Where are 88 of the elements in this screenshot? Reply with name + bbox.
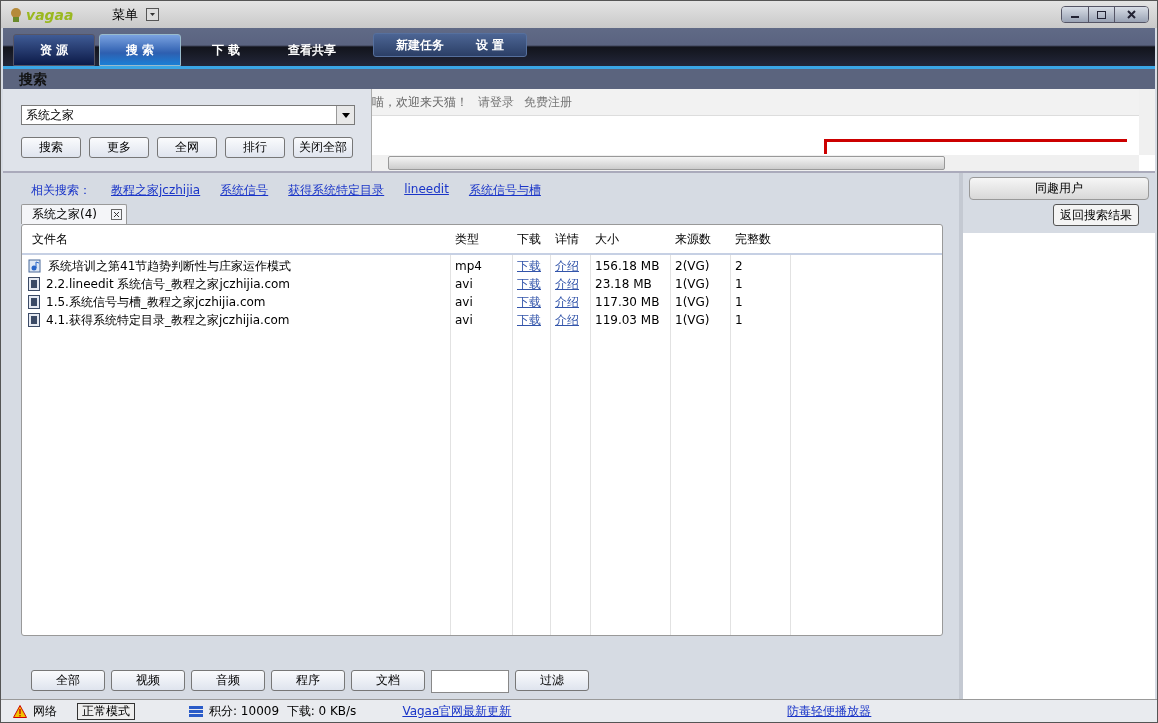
nav-action-button[interactable]: 设 置: [462, 34, 519, 56]
app-logo: vagaa: [9, 6, 74, 23]
column-header[interactable]: 下载: [513, 230, 551, 248]
filter-button[interactable]: 文档: [351, 670, 425, 691]
file-size: 119.03 MB: [594, 313, 661, 327]
close-button[interactable]: [1114, 7, 1148, 22]
search-action-button[interactable]: 搜索: [21, 137, 81, 158]
download-link[interactable]: 下载: [513, 293, 551, 311]
file-name: 系统培训之第41节趋势判断性与庄家运作模式: [48, 257, 292, 275]
nav-tab[interactable]: 搜 索: [99, 34, 181, 66]
file-name: 4.1.获得系统特定目录_教程之家jczhijia.com: [46, 311, 290, 329]
column-header[interactable]: 文件名: [28, 230, 451, 248]
maximize-button[interactable]: [1088, 7, 1114, 22]
welcome-text: 喵，欢迎来天猫！: [372, 93, 468, 111]
related-link[interactable]: 系统信号: [220, 182, 269, 198]
video-file-icon: [28, 277, 40, 291]
filter-button[interactable]: 视频: [111, 670, 185, 691]
filter-input[interactable]: [431, 670, 509, 693]
list-icon: [189, 705, 203, 717]
search-action-button[interactable]: 排行: [225, 137, 285, 158]
update-link[interactable]: Vagaa官网最新更新: [402, 702, 512, 720]
source-count: 1(VG): [674, 277, 711, 291]
search-combo-box[interactable]: 系统之家: [21, 105, 355, 125]
nav-action-button[interactable]: 新建任务: [382, 34, 458, 56]
minimize-button[interactable]: [1062, 7, 1088, 22]
back-to-results-button[interactable]: 返回搜索结果: [1053, 204, 1139, 226]
network-status: 网络: [33, 702, 57, 720]
mode-button[interactable]: 正常模式: [77, 702, 135, 720]
filter-button[interactable]: 全部: [31, 670, 105, 691]
horizontal-scrollbar[interactable]: [372, 155, 1139, 171]
filter-button[interactable]: 程序: [271, 670, 345, 691]
file-size: 117.30 MB: [594, 295, 661, 309]
download-link[interactable]: 下载: [513, 257, 551, 275]
search-action-button[interactable]: 全网: [157, 137, 217, 158]
file-name: 2.2.lineedit 系统信号_教程之家jczhijia.com: [46, 275, 291, 293]
download-link[interactable]: 下载: [513, 275, 551, 293]
result-tab[interactable]: 系统之家(4): [21, 204, 127, 224]
column-header[interactable]: 大小: [591, 230, 671, 248]
filter-button[interactable]: 音频: [191, 670, 265, 691]
nav-tab[interactable]: 查看共享: [271, 34, 353, 66]
search-action-button[interactable]: 更多: [89, 137, 149, 158]
web-link[interactable]: 免费注册: [524, 93, 572, 111]
stats-text: 积分: 10009 下载: 0 KB/s: [209, 702, 357, 720]
column-header[interactable]: 类型: [451, 230, 513, 248]
related-link[interactable]: 系统信号与槽: [468, 182, 541, 198]
source-count: 1(VG): [674, 295, 711, 309]
file-type: avi: [454, 313, 474, 327]
warning-icon: [13, 704, 27, 718]
download-link[interactable]: 下载: [513, 311, 551, 329]
details-link[interactable]: 介绍: [551, 293, 591, 311]
audio-file-icon: [28, 259, 42, 273]
file-type: mp4: [454, 259, 483, 273]
complete-count: 1: [734, 295, 744, 309]
nav-tab[interactable]: 资 源: [13, 34, 95, 66]
details-link[interactable]: 介绍: [551, 311, 591, 329]
similar-users-button[interactable]: 同趣用户: [969, 177, 1149, 200]
column-header[interactable]: 来源数: [671, 230, 731, 248]
menu-label[interactable]: 菜单: [111, 5, 138, 24]
file-size: 156.18 MB: [594, 259, 661, 273]
complete-count: 1: [734, 313, 744, 327]
source-count: 1(VG): [674, 313, 711, 327]
close-icon[interactable]: [111, 209, 122, 220]
column-header[interactable]: 完整数: [731, 230, 791, 248]
related-link[interactable]: 教程之家jczhijia: [111, 182, 201, 198]
complete-count: 2: [734, 259, 744, 273]
column-header[interactable]: 详情: [551, 230, 591, 248]
related-link[interactable]: lineedit: [404, 182, 449, 198]
source-count: 2(VG): [674, 259, 711, 273]
related-label: 相关搜索：: [31, 182, 91, 198]
video-file-icon: [28, 295, 40, 309]
apply-filter-button[interactable]: 过滤: [515, 670, 589, 691]
nav-tab[interactable]: 下 载: [185, 34, 267, 66]
related-link[interactable]: 获得系统特定目录: [288, 182, 385, 198]
file-type: avi: [454, 295, 474, 309]
player-link[interactable]: 防毒轻便播放器: [787, 702, 872, 720]
maximize-icon: [1097, 10, 1106, 19]
dropdown-icon[interactable]: [145, 8, 159, 21]
details-link[interactable]: 介绍: [551, 275, 591, 293]
section-title: 搜索: [3, 69, 1155, 89]
video-file-icon: [28, 313, 40, 327]
close-icon: [1127, 10, 1136, 19]
file-name: 1.5.系统信号与槽_教程之家jczhijia.com: [46, 293, 266, 311]
search-action-button[interactable]: 关闭全部: [293, 137, 353, 158]
details-link[interactable]: 介绍: [551, 257, 591, 275]
web-link[interactable]: 请登录: [478, 93, 514, 111]
complete-count: 1: [734, 277, 744, 291]
file-type: avi: [454, 277, 474, 291]
file-size: 23.18 MB: [594, 277, 653, 291]
